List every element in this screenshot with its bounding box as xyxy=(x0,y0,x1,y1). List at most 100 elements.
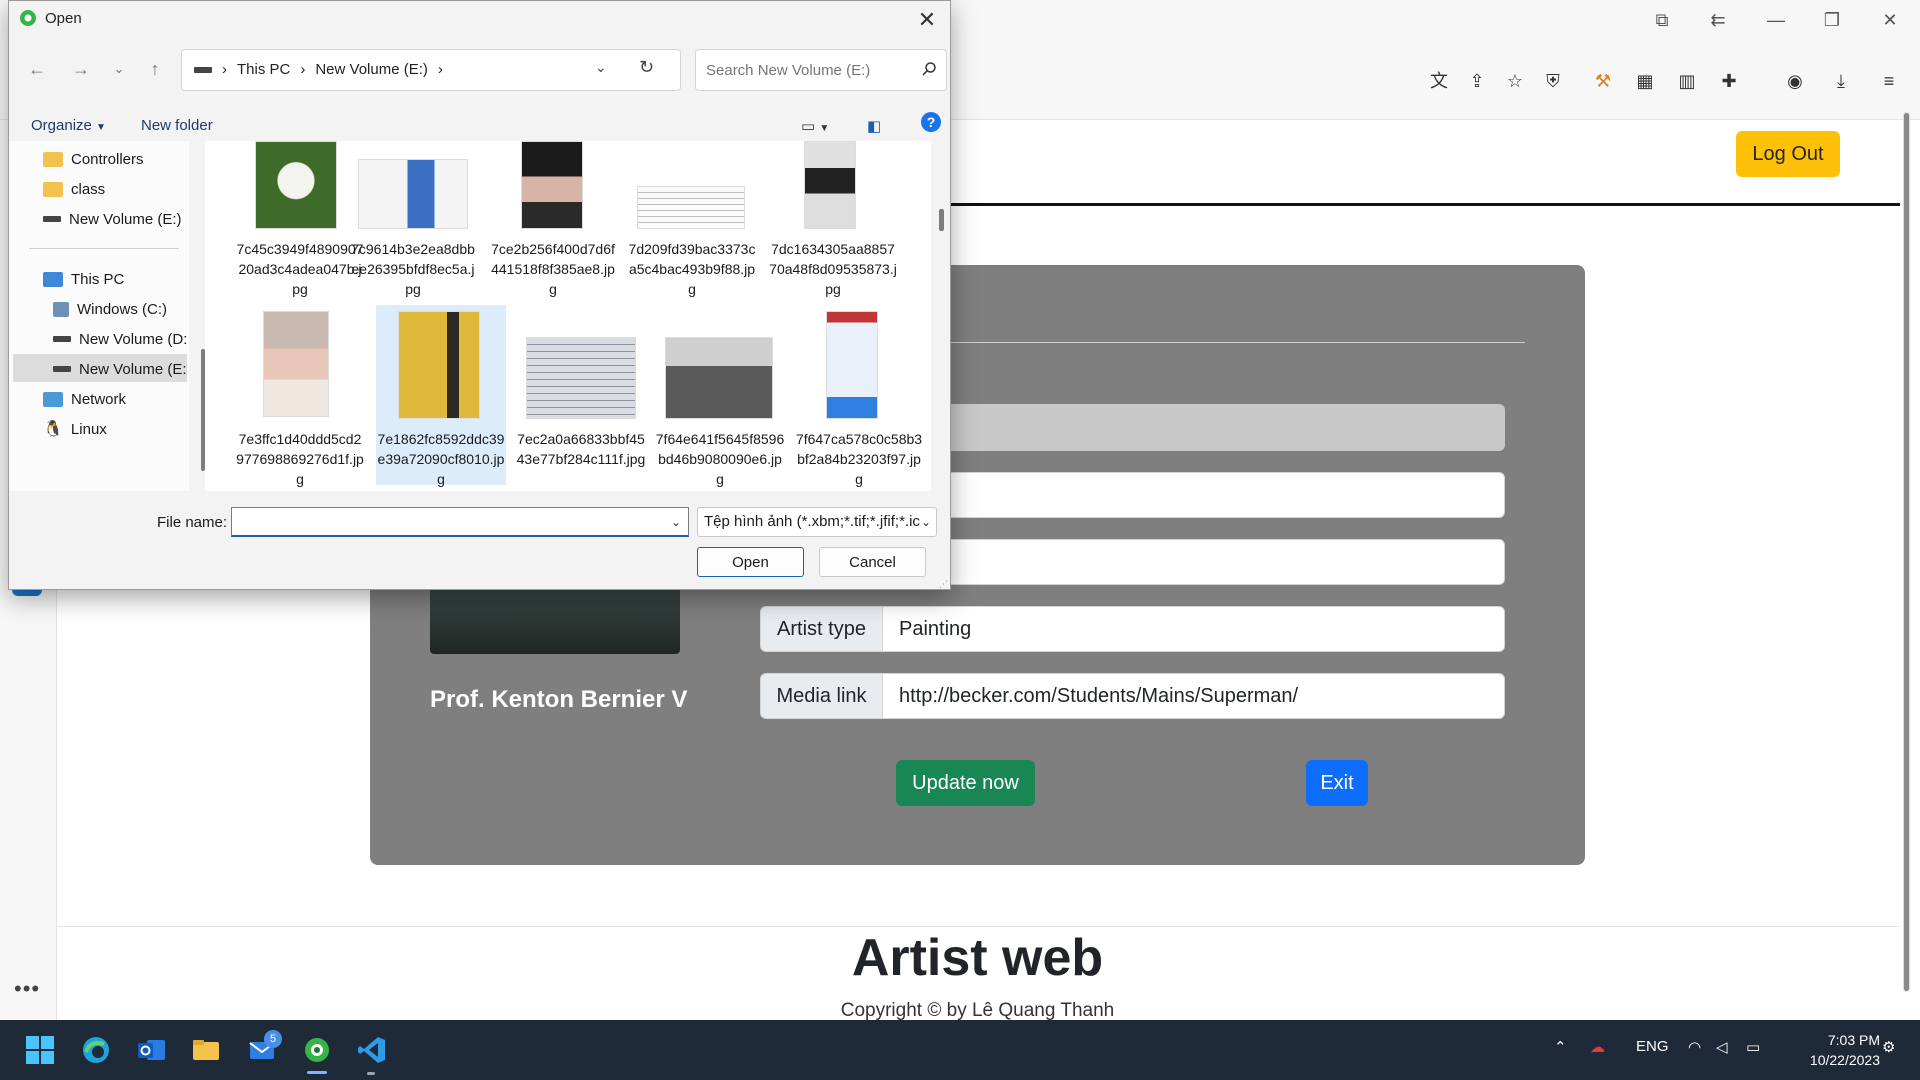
menu-icon[interactable]: ≡ xyxy=(1876,68,1902,94)
file-item-selected[interactable]: 7e1862fc8592ddc39e39a72090cf8010.jpg xyxy=(376,305,506,487)
start-icon[interactable] xyxy=(20,1030,60,1070)
forward-icon[interactable]: → xyxy=(69,57,93,81)
page-scroll-thumb[interactable] xyxy=(1903,112,1910,992)
translate-icon[interactable]: 文 xyxy=(1426,68,1452,94)
extension-grid-icon[interactable]: ▦ xyxy=(1632,68,1658,94)
caret-down-icon: ▼ xyxy=(96,122,106,133)
nav-separator xyxy=(29,248,179,249)
network-icon xyxy=(43,391,63,407)
nav-item-label: Windows (C:) xyxy=(77,300,168,318)
media-link-input[interactable]: http://becker.com/Students/Mains/Superma… xyxy=(883,673,1505,719)
nav-item-linux[interactable]: 🐧 Linux xyxy=(43,415,107,443)
file-thumbnail xyxy=(826,311,878,419)
nav-item-label: class xyxy=(71,180,106,198)
chevron-up-icon[interactable]: ⌃ xyxy=(1554,1038,1567,1056)
outlook-icon[interactable] xyxy=(131,1030,171,1070)
file-name-dropdown-icon[interactable]: ⌄ xyxy=(671,515,681,529)
battery-icon[interactable]: ▭ xyxy=(1746,1038,1760,1056)
download-icon[interactable]: ⤓ xyxy=(1828,68,1854,94)
nav-item-class[interactable]: class xyxy=(43,175,105,203)
preview-pane-icon[interactable]: ◧ xyxy=(867,117,881,135)
help-icon[interactable]: ? xyxy=(921,112,941,132)
screenshot-icon[interactable]: ⧉ xyxy=(1648,6,1676,34)
dialog-close-icon[interactable]: ✕ xyxy=(912,5,942,35)
nav-item-controllers[interactable]: Controllers xyxy=(43,145,144,173)
breadcrumb-volume[interactable]: New Volume (E:) xyxy=(315,61,428,78)
file-thumbnail xyxy=(804,141,856,229)
profile-icon[interactable]: ◉ xyxy=(1782,68,1808,94)
file-type-dropdown-icon[interactable]: ⌄ xyxy=(921,515,931,529)
artist-type-input[interactable]: Painting xyxy=(883,606,1505,652)
running-app-indicator xyxy=(367,1072,375,1075)
drive-icon xyxy=(43,216,61,222)
file-item[interactable]: 7f647ca578c0c58b3bf2a84b23203f97.jpg xyxy=(794,305,924,487)
extension-hammer-icon[interactable]: ⚒ xyxy=(1590,68,1616,94)
file-item[interactable]: 7f64e641f5645f8596bd46b9080090e6.jpg xyxy=(655,305,785,487)
clock[interactable]: 7:03 PM 10/22/2023 xyxy=(1780,1030,1880,1070)
search-input[interactable] xyxy=(695,49,947,91)
minimize-icon[interactable]: — xyxy=(1762,6,1790,34)
file-thumbnail xyxy=(263,311,329,417)
folder-icon xyxy=(43,151,63,167)
restore-icon[interactable]: ❐ xyxy=(1818,6,1846,34)
address-dropdown-icon[interactable]: ⌄ xyxy=(595,59,607,76)
nav-item-volume-d[interactable]: New Volume (D: xyxy=(53,325,189,353)
refresh-icon[interactable]: ↻ xyxy=(639,57,654,78)
share-icon[interactable]: ⇪ xyxy=(1464,68,1490,94)
update-now-button[interactable]: Update now xyxy=(896,760,1035,806)
chevron-right-icon[interactable]: › xyxy=(438,61,443,78)
volume-icon[interactable]: ◁ xyxy=(1716,1038,1728,1056)
breadcrumb-this-pc[interactable]: This PC xyxy=(237,61,290,78)
folder-icon xyxy=(43,181,63,197)
file-item[interactable]: 7c9614b3e2ea8dbbee26395bfdf8ec5a.jpg xyxy=(348,141,478,297)
onedrive-error-icon[interactable]: ☁ xyxy=(1590,1038,1605,1056)
organize-button[interactable]: Organize ▼ xyxy=(31,117,106,134)
extension-reader-icon[interactable]: ▥ xyxy=(1674,68,1700,94)
more-dots-icon[interactable]: ••• xyxy=(14,976,40,1002)
file-item[interactable]: 7dc1634305aa885770a48f8d09535873.jpg xyxy=(768,141,898,297)
nav-item-volume-e-selected[interactable]: New Volume (E: xyxy=(53,355,189,383)
wifi-icon[interactable]: ◠ xyxy=(1688,1038,1701,1056)
nav-item-windows-c[interactable]: Windows (C:) xyxy=(53,295,189,323)
file-type-select[interactable]: Tệp hình ảnh (*.xbm;*.tif;*.jfif;*.ic xyxy=(697,507,937,537)
language-indicator[interactable]: ENG xyxy=(1636,1038,1669,1055)
exit-button[interactable]: Exit xyxy=(1306,760,1368,806)
vscode-icon[interactable] xyxy=(352,1030,392,1070)
drive-icon xyxy=(53,366,71,372)
organize-label: Organize xyxy=(31,117,92,134)
file-explorer-icon[interactable] xyxy=(186,1030,226,1070)
nav-item-network[interactable]: Network xyxy=(43,385,126,413)
back-icon[interactable]: ← xyxy=(25,57,49,81)
logout-button[interactable]: Log Out xyxy=(1736,131,1840,177)
windows-drive-icon xyxy=(53,301,69,317)
file-item[interactable]: 7d209fd39bac3373ca5c4bac493b9f88.jpg xyxy=(627,141,757,297)
file-item[interactable]: 7ec2a0a66833bbf4543e77bf284c111f.jpg xyxy=(516,305,646,485)
nav-item-label: New Volume (E:) xyxy=(69,210,182,228)
nav-item-this-pc[interactable]: This PC xyxy=(43,265,124,293)
browser-app-icon[interactable] xyxy=(297,1030,337,1070)
open-button[interactable]: Open xyxy=(697,547,804,577)
resize-grip-icon[interactable]: ⋰ xyxy=(939,579,949,589)
back-arrows-icon[interactable]: ⇇ xyxy=(1704,6,1732,34)
file-item[interactable]: 7c45c3949f489090720ad3c4adea047b.jpg xyxy=(235,141,365,297)
file-list-scrollbar[interactable] xyxy=(939,209,944,231)
cancel-button[interactable]: Cancel xyxy=(819,547,926,577)
edge-icon[interactable] xyxy=(76,1030,116,1070)
file-item[interactable]: 7ce2b256f400d7d6f441518f8f385ae8.jpg xyxy=(488,141,618,297)
page-scrollbar[interactable] xyxy=(1900,108,1912,992)
file-name-input[interactable] xyxy=(231,507,689,537)
file-item[interactable]: 7e3ffc1d40ddd5cd2977698869276d1f.jpg xyxy=(235,305,365,487)
notifications-icon[interactable]: ⚙ xyxy=(1882,1038,1895,1056)
clock-date: 10/22/2023 xyxy=(1809,1052,1880,1068)
puzzle-icon[interactable]: ✚ xyxy=(1716,68,1742,94)
nav-item-volume-e[interactable]: New Volume (E:) xyxy=(43,205,182,233)
up-icon[interactable]: ↑ xyxy=(143,57,167,81)
close-window-icon[interactable]: ✕ xyxy=(1876,6,1904,34)
view-options-icon[interactable]: ▭ ▼ xyxy=(801,117,829,135)
new-folder-button[interactable]: New folder xyxy=(141,117,213,134)
artist-image xyxy=(430,580,680,654)
star-icon[interactable]: ☆ xyxy=(1502,68,1528,94)
file-name: 7c45c3949f489090720ad3c4adea047b.jpg xyxy=(236,241,364,297)
recent-chevron-icon[interactable]: ⌄ xyxy=(107,57,131,81)
shield-icon[interactable]: ⛨ xyxy=(1540,68,1566,94)
